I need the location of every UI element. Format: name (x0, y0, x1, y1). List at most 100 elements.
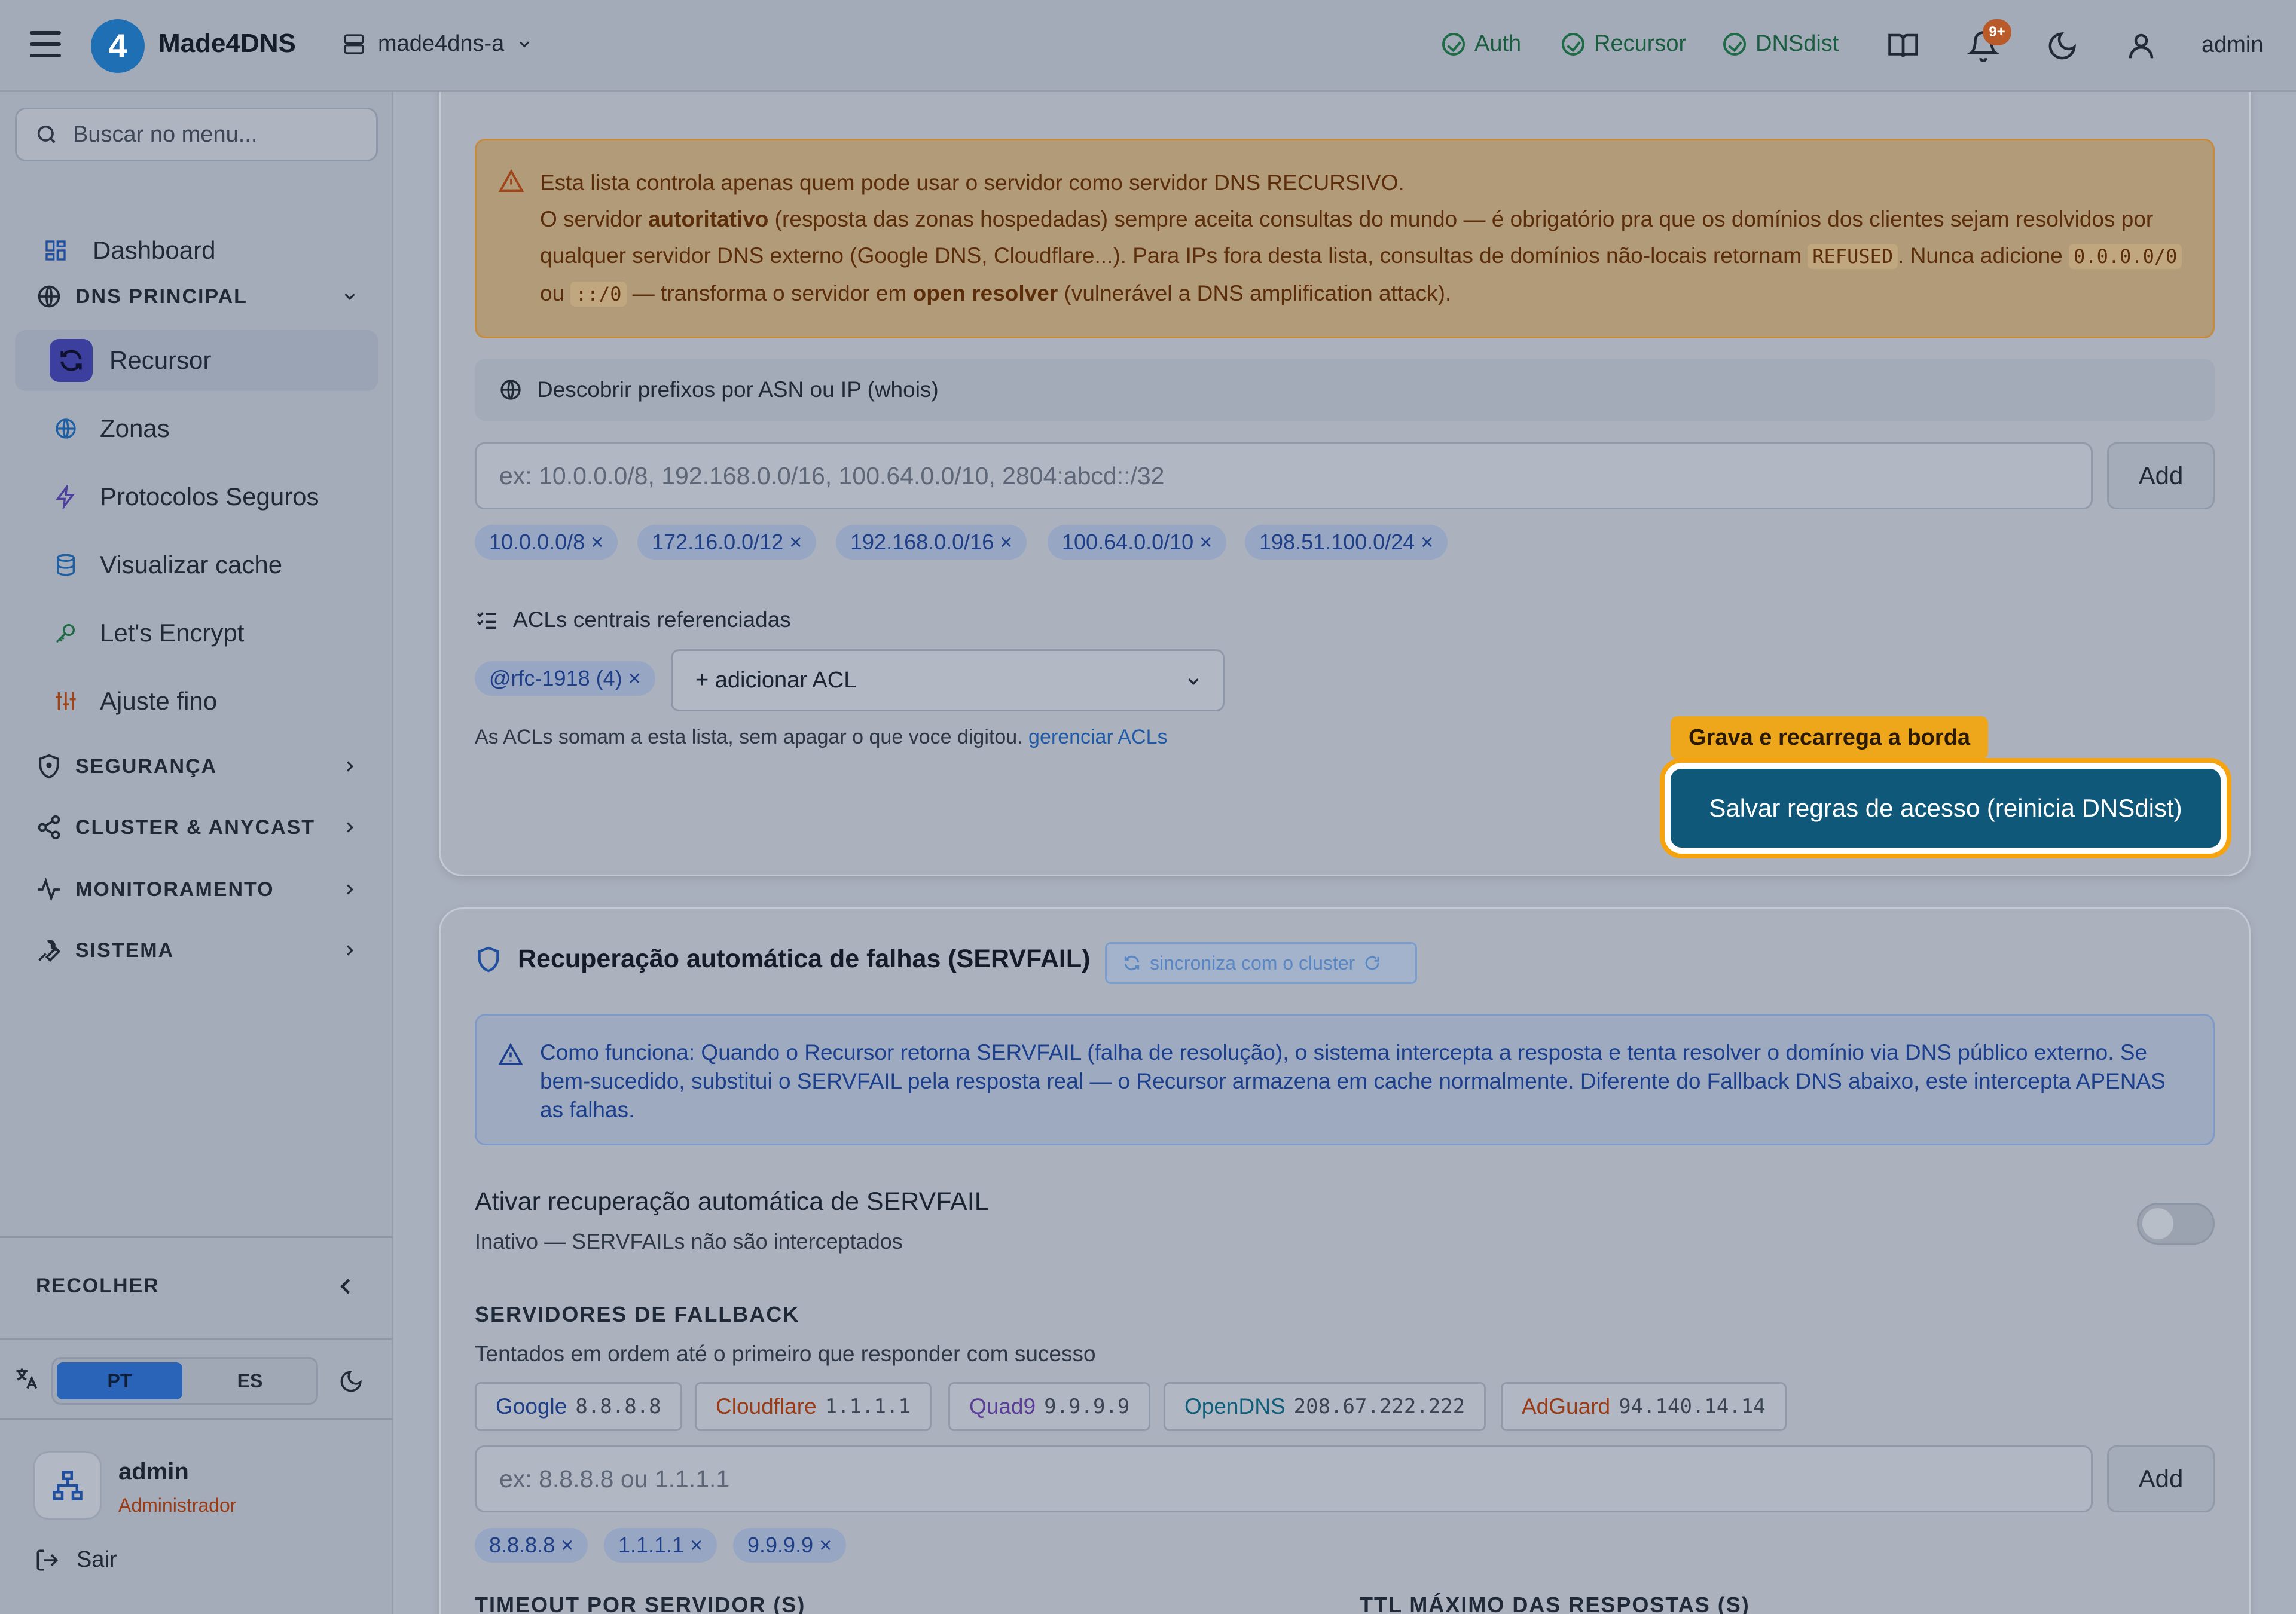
prefix-chip[interactable]: 172.16.0.0/12 × (637, 525, 817, 560)
servfail-toggle[interactable] (2137, 1203, 2215, 1245)
servfail-info: Como funciona: Quando o Recursor retorna… (475, 1014, 2215, 1145)
menu-icon[interactable] (30, 31, 61, 61)
status-auth[interactable]: Auth (1442, 31, 1521, 57)
bolt-icon (51, 479, 81, 515)
book-icon[interactable] (1887, 30, 1919, 62)
check-circle-icon (1442, 32, 1465, 56)
language-switch: PT ES (51, 1357, 318, 1405)
chevron-right-icon (347, 761, 353, 772)
servfail-toggle-status: Inativo — SERVFAILs não são interceptado… (475, 1229, 903, 1254)
section-dns-principal[interactable]: DNS PRINCIPAL (36, 283, 359, 310)
svg-text:4: 4 (108, 27, 127, 65)
user-icon[interactable] (2125, 30, 2157, 62)
chevron-down-icon (344, 294, 355, 300)
acl-note: As ACLs somam a esta lista, sem apagar o… (475, 726, 1168, 748)
sidebar-item-recursor[interactable]: Recursor (15, 330, 378, 391)
avatar (33, 1451, 102, 1520)
recursive-warning: Esta lista controla apenas quem pode usa… (475, 139, 2215, 338)
chevron-right-icon (347, 822, 353, 833)
prefix-input[interactable]: ex: 10.0.0.0/8, 192.168.0.0/16, 100.64.0… (475, 442, 2093, 509)
section-sistema[interactable]: SISTEMA (36, 937, 359, 964)
prefix-chip[interactable]: 10.0.0.0/8 × (475, 525, 618, 560)
fallback-servers-label: SERVIDORES DE FALLBACK (475, 1302, 800, 1326)
grid-icon (38, 233, 74, 268)
user-name: admin (118, 1459, 189, 1485)
menu-search-input[interactable]: Buscar no menu... (15, 108, 378, 161)
sidebar-item-visualizar-cache[interactable]: Visualizar cache (15, 534, 378, 595)
lang-es-button[interactable]: ES (187, 1362, 313, 1399)
network-icon (53, 1471, 83, 1500)
section-cluster-anycast[interactable]: CLUSTER & ANYCAST (36, 814, 359, 840)
globe-icon (51, 411, 81, 447)
prefix-chip[interactable]: 192.168.0.0/16 × (836, 525, 1027, 560)
header-username[interactable]: admin (2202, 32, 2264, 58)
check-circle-icon (1562, 32, 1584, 56)
warning-icon (498, 1043, 523, 1065)
add-prefix-button[interactable]: Add (2107, 442, 2215, 509)
list-check-icon (477, 612, 496, 629)
sync-cluster-badge[interactable]: sincroniza com o cluster (1105, 942, 1417, 984)
divider (0, 1236, 393, 1238)
save-access-rules-button[interactable]: Salvar regras de acesso (reinicia DNSdis… (1671, 769, 2221, 848)
translate-icon[interactable] (13, 1365, 39, 1392)
add-fallback-server-button[interactable]: Add (2107, 1445, 2215, 1512)
share-icon (38, 815, 60, 840)
acl-chip[interactable]: @rfc-1918 (4) × (475, 661, 655, 696)
divider (0, 1418, 393, 1420)
logo: 4 (91, 19, 145, 73)
top-bar: 4 Made4DNS made4dns-a Auth Recursor DNSd… (0, 0, 2296, 92)
servfail-title: Recuperação automática de falhas (SERVFA… (475, 944, 1090, 974)
user-role: Administrador (118, 1494, 237, 1516)
add-acl-select[interactable]: + adicionar ACL (671, 649, 1225, 711)
sidebar-item-zonas[interactable]: Zonas (15, 398, 378, 459)
globe-icon (500, 380, 521, 400)
fallback-server-input[interactable]: ex: 8.8.8.8 ou 1.1.1.1 (475, 1445, 2093, 1512)
moon-icon[interactable] (338, 1369, 364, 1394)
servfail-toggle-label: Ativar recuperação automática de SERVFAI… (475, 1187, 989, 1216)
logout-button[interactable]: Sair (35, 1547, 117, 1573)
globe-icon (38, 285, 60, 308)
asn-lookup-toggle[interactable]: Descobrir prefixos por ASN ou IP (whois) (475, 359, 2215, 421)
preset-server-quad9[interactable]: Quad9 9.9.9.9 (948, 1382, 1151, 1431)
manage-acls-link[interactable]: gerenciar ACLs (1028, 726, 1167, 748)
server-icon (344, 33, 364, 54)
preset-server-opendns[interactable]: OpenDNS 208.67.222.222 (1164, 1382, 1486, 1431)
prefix-chip[interactable]: 100.64.0.0/10 × (1048, 525, 1227, 560)
sidebar: Buscar no menu... Dashboard DNS PRINCIPA… (0, 92, 393, 1614)
status-dnsdist[interactable]: DNSdist (1723, 31, 1839, 57)
toggle-knob (2142, 1208, 2173, 1239)
section-monitoramento[interactable]: MONITORAMENTO (36, 876, 359, 903)
chevron-left-icon (340, 1279, 350, 1294)
sidebar-item-lets-encrypt[interactable]: Let's Encrypt (15, 603, 378, 664)
server-selector[interactable]: made4dns-a (342, 31, 533, 57)
moon-icon[interactable] (2046, 30, 2078, 62)
ttl-label: TTL MÁXIMO DAS RESPOSTAS (S) (1360, 1592, 1750, 1614)
lang-pt-button[interactable]: PT (57, 1362, 182, 1399)
chevron-down-icon (520, 41, 530, 48)
save-tooltip: Grava e recarrega a borda (1671, 716, 1989, 759)
logout-icon (36, 1549, 59, 1570)
fallback-chip[interactable]: 8.8.8.8 × (475, 1528, 588, 1563)
preset-server-google[interactable]: Google 8.8.8.8 (475, 1382, 682, 1431)
preset-server-cloudflare[interactable]: Cloudflare 1.1.1.1 (695, 1382, 932, 1431)
sidebar-item-protocolos-seguros[interactable]: Protocolos Seguros (15, 466, 378, 527)
sidebar-item-dashboard[interactable]: Dashboard (15, 220, 378, 281)
fallback-chip[interactable]: 9.9.9.9 × (733, 1528, 847, 1563)
database-icon (51, 547, 81, 583)
activity-icon (38, 877, 60, 902)
notification-badge: 9+ (1983, 19, 2011, 45)
status-recursor[interactable]: Recursor (1562, 31, 1686, 57)
fallback-chip[interactable]: 1.1.1.1 × (604, 1528, 718, 1563)
chevron-right-icon (347, 945, 353, 956)
collapse-toggle[interactable]: RECOLHER (36, 1274, 359, 1298)
sliders-icon (51, 683, 81, 719)
shield-icon (478, 946, 499, 972)
prefix-chip[interactable]: 198.51.100.0/24 × (1245, 525, 1448, 560)
section-seguranca[interactable]: SEGURANÇA (36, 753, 359, 780)
check-circle-icon (1723, 32, 1746, 56)
server-name: made4dns-a (378, 31, 505, 56)
refresh-icon (50, 339, 93, 382)
preset-server-adguard[interactable]: AdGuard 94.140.14.14 (1501, 1382, 1787, 1431)
sidebar-item-ajuste-fino[interactable]: Ajuste fino (15, 671, 378, 732)
acl-heading: ACLs centrais referenciadas (475, 607, 791, 632)
